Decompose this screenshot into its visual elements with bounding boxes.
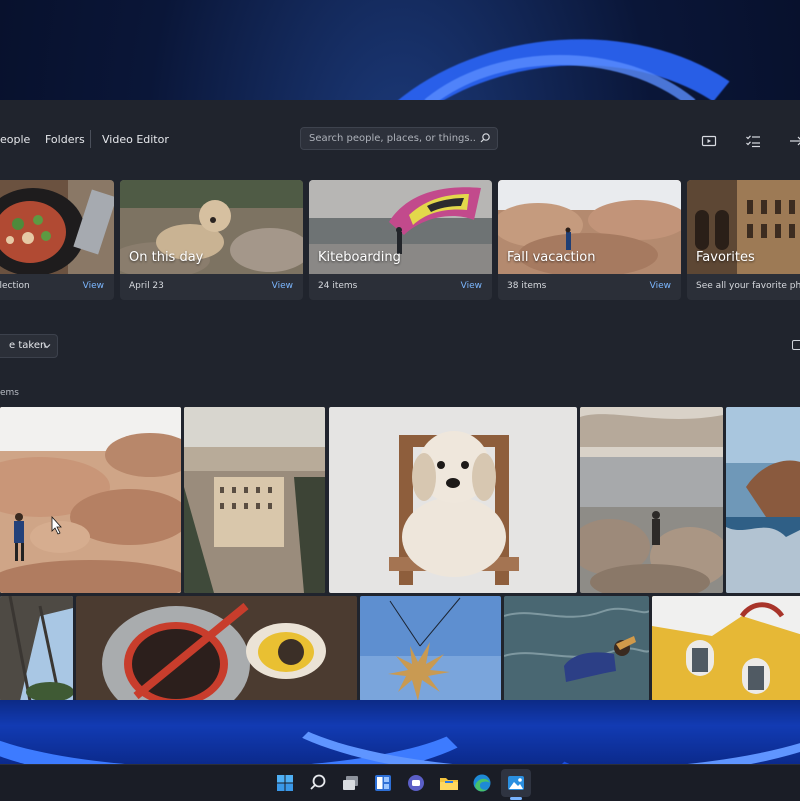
import-icon[interactable] — [788, 134, 800, 148]
album-title: Fall vacaction — [507, 250, 596, 265]
wallpaper-bottom — [0, 700, 800, 764]
chat-icon[interactable] — [405, 772, 427, 794]
album-view-link[interactable]: View — [83, 281, 104, 291]
photo-tile-swimmer[interactable] — [504, 596, 649, 701]
start-icon[interactable] — [274, 772, 296, 794]
chevron-down-icon — [43, 344, 51, 349]
album-title: On this day — [129, 250, 204, 265]
edge-icon[interactable] — [471, 772, 493, 794]
photo-tile-desert-hiker[interactable] — [0, 407, 181, 593]
app-toolbar: eople Folders Video Editor — [0, 100, 800, 178]
task-view-icon[interactable] — [340, 772, 362, 794]
photos-icon[interactable] — [505, 772, 527, 794]
nav-folders[interactable]: Folders — [45, 133, 85, 146]
album-card-fall-vacation[interactable]: Fall vacaction 38 items View — [498, 180, 681, 300]
search-input[interactable] — [309, 131, 475, 146]
album-subtitle: 24 items — [318, 281, 358, 291]
search-box[interactable] — [300, 127, 498, 150]
album-subtitle: See all your favorite photo — [696, 281, 800, 291]
search-icon[interactable] — [307, 772, 329, 794]
sort-label: e taken — [9, 340, 47, 351]
slideshow-icon[interactable] — [701, 134, 717, 148]
album-card-kiteboarding[interactable]: Kiteboarding 24 items View — [309, 180, 492, 300]
select-icon[interactable] — [745, 134, 761, 148]
widgets-icon[interactable] — [372, 772, 394, 794]
photo-tile-swing-ride[interactable] — [360, 596, 501, 701]
nav-divider — [90, 130, 91, 148]
photo-tile-lake-rocks[interactable] — [580, 407, 723, 593]
wallpaper-wave — [520, 700, 800, 764]
search-icon[interactable] — [479, 132, 491, 144]
photo-tile-dog-chair[interactable] — [329, 407, 577, 593]
photo-tile-yellow-building[interactable] — [652, 596, 800, 701]
photo-tile-paris-city[interactable] — [184, 407, 325, 593]
album-title: Favorites — [696, 250, 755, 265]
file-explorer-icon[interactable] — [438, 772, 460, 794]
nav-people[interactable]: eople — [0, 133, 30, 146]
album-thumbnail-food — [0, 180, 114, 274]
album-card-on-this-day[interactable]: On this day April 23 View — [120, 180, 303, 300]
album-card-favorites[interactable]: Favorites See all your favorite photo — [687, 180, 800, 300]
photo-tile-coastal-cliff[interactable] — [726, 407, 800, 593]
photos-app-window: eople Folders Video Editor Search people… — [0, 100, 800, 701]
photo-tile-top-down-person[interactable] — [76, 596, 357, 701]
album-view-link[interactable]: View — [650, 281, 671, 291]
album-subtitle: 38 items — [507, 281, 547, 291]
view-toggle-icon[interactable] — [792, 340, 800, 350]
album-title: Kiteboarding — [318, 250, 401, 265]
gallery-item-count: ems — [0, 388, 19, 398]
photo-tile-eiffel-tower[interactable] — [0, 596, 73, 701]
taskbar — [0, 764, 800, 801]
nav-video-editor[interactable]: Video Editor — [102, 133, 169, 146]
album-subtitle: llection — [0, 281, 30, 291]
album-subtitle: April 23 — [129, 281, 164, 291]
album-card-collection[interactable]: llection View — [0, 180, 114, 300]
album-view-link[interactable]: View — [461, 281, 482, 291]
sort-dropdown[interactable]: e taken — [0, 334, 58, 358]
album-view-link[interactable]: View — [272, 281, 293, 291]
